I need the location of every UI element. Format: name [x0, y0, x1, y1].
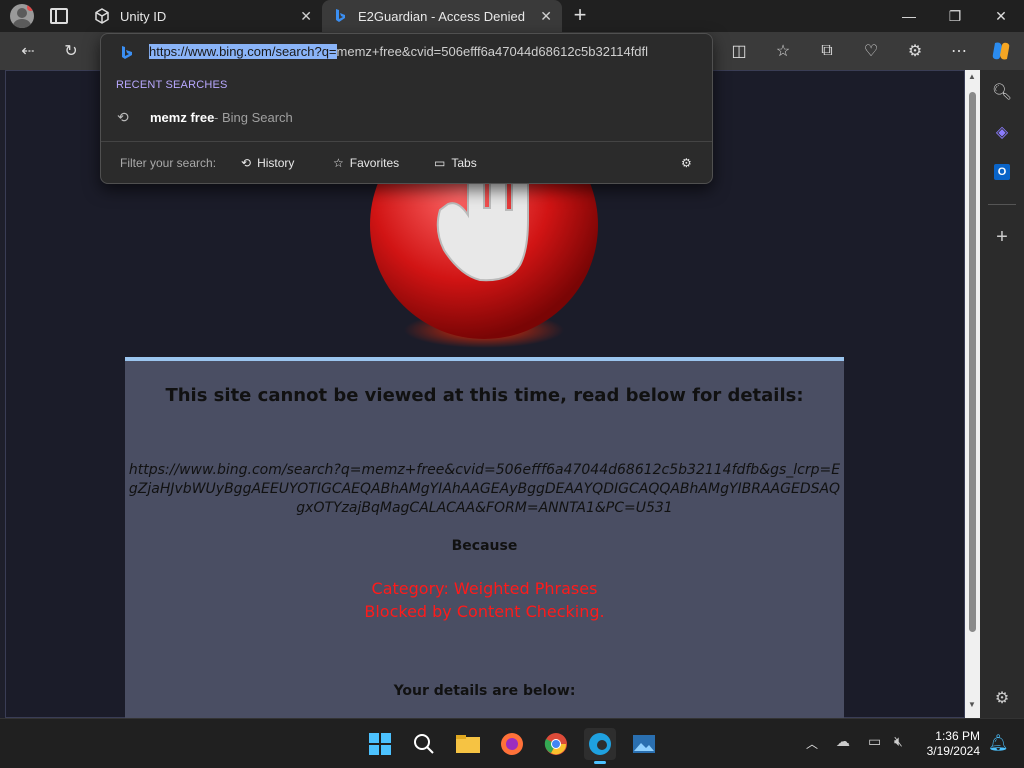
url-selected-text: https://www.bing.com/search?q=: [149, 44, 337, 59]
history-clock-icon: ⟲: [117, 108, 129, 125]
blocked-url: https://www.bing.com/search?q=memz+free&…: [128, 462, 841, 516]
scroll-down-icon[interactable]: ▼: [968, 700, 976, 709]
restore-icon[interactable]: ❐: [932, 0, 978, 32]
firefox-icon[interactable]: [496, 728, 528, 760]
page-scrollbar[interactable]: ▲ ▼: [965, 70, 980, 718]
clock-date: 3/19/2024: [926, 744, 980, 758]
filter-favorites-button[interactable]: ☆ Favorites: [333, 156, 399, 170]
sidebar-settings-icon[interactable]: ⚙: [990, 686, 1014, 710]
show-hidden-icons-chevron-icon[interactable]: ︿: [806, 735, 818, 752]
recent-source: - Bing Search: [214, 109, 293, 125]
bing-icon: [122, 46, 132, 59]
details-label: Your details are below:: [393, 683, 576, 699]
url-rest-text: memz+free&cvid=506efff6a47044d68612c5b32…: [336, 44, 649, 59]
edge-icon[interactable]: [584, 728, 616, 764]
profile-avatar[interactable]: [10, 4, 34, 28]
bing-icon: [336, 9, 345, 22]
extensions-icon[interactable]: ⚙: [902, 38, 928, 64]
recent-search-item[interactable]: ⟲ memz free - Bing Search: [101, 103, 712, 131]
photos-app-icon[interactable]: [628, 728, 660, 760]
filter-label: Filter your search:: [120, 156, 217, 170]
filter-history-button[interactable]: ⟲ History: [241, 156, 294, 170]
recent-query: memz free: [150, 109, 215, 125]
split-screen-icon[interactable]: ◫: [726, 38, 752, 64]
close-tab-icon[interactable]: ✕: [540, 8, 552, 25]
recent-searches-label: RECENT SEARCHES: [116, 79, 228, 91]
tab-e2guardian[interactable]: E2Guardian - Access Denied ✕: [322, 0, 562, 32]
tab-actions-icon[interactable]: [50, 8, 68, 24]
chrome-icon[interactable]: [540, 728, 572, 760]
sidebar-divider: [988, 204, 1016, 205]
filter-tabs-button[interactable]: ▭ Tabs: [434, 156, 477, 170]
health-icon[interactable]: ♡: [858, 38, 884, 64]
new-tab-button[interactable]: +: [568, 4, 592, 28]
clock-time: 1:36 PM: [935, 729, 980, 743]
because-label: Because: [451, 538, 518, 554]
minimize-icon[interactable]: —: [886, 0, 932, 32]
scrollbar-thumb[interactable]: [969, 92, 976, 632]
notification-bell-icon[interactable]: 🔔︎: [988, 733, 1008, 753]
copilot-icon[interactable]: [988, 38, 1014, 64]
close-window-icon[interactable]: ✕: [978, 0, 1024, 32]
tab-bar: Unity ID ✕ E2Guardian - Access Denied ✕ …: [0, 0, 1024, 32]
star-icon: ☆: [333, 156, 344, 170]
edge-sidebar: 🔍︎ ◈ O + ⚙: [980, 70, 1024, 718]
active-indicator: [594, 761, 606, 764]
refresh-icon[interactable]: ↻: [58, 38, 84, 64]
settings-gear-icon[interactable]: ⚙: [681, 156, 692, 170]
unity-icon: [95, 8, 109, 24]
outlook-icon[interactable]: O: [990, 160, 1014, 184]
address-dropdown: https://www.bing.com/search?q=memz+free&…: [100, 33, 713, 184]
history-icon: ⟲: [241, 156, 252, 170]
network-icon[interactable]: ▭: [868, 733, 881, 750]
start-windows-icon[interactable]: [364, 728, 396, 760]
address-bar-input[interactable]: https://www.bing.com/search?q=memz+free&…: [149, 44, 697, 59]
system-clock[interactable]: 1:36 PM 3/19/2024: [920, 729, 980, 759]
scroll-up-icon[interactable]: ▲: [968, 72, 976, 81]
reason-category: Category: Weighted Phrases: [371, 579, 598, 598]
volume-muted-icon[interactable]: 🔇︎: [894, 733, 903, 750]
page-heading: This site cannot be viewed at this time,…: [165, 385, 804, 406]
reason-detail: Blocked by Content Checking.: [364, 602, 605, 621]
tab-label: E2Guardian - Access Denied: [358, 8, 525, 24]
onedrive-icon[interactable]: ☁: [836, 733, 850, 750]
add-sidebar-icon[interactable]: +: [990, 225, 1014, 249]
more-menu-icon[interactable]: ⋯: [946, 38, 972, 64]
tab-label: Unity ID: [120, 8, 167, 24]
tabs-icon: ▭: [434, 156, 446, 170]
search-icon[interactable]: 🔍︎: [990, 80, 1014, 104]
favorites-star-icon[interactable]: ☆: [770, 38, 796, 64]
collections-icon[interactable]: ⧉: [814, 38, 840, 64]
notification-dot: [27, 4, 34, 11]
file-explorer-icon[interactable]: [452, 728, 484, 760]
tab-unity-id[interactable]: Unity ID ✕: [84, 0, 322, 32]
taskbar-search-icon[interactable]: [408, 728, 440, 760]
copilot-sidebar-icon[interactable]: ◈: [990, 120, 1014, 144]
filter-bar: Filter your search: ⟲ History ☆ Favorites …: [101, 141, 712, 184]
back-icon[interactable]: ⇠: [15, 38, 41, 64]
message-panel: This site cannot be viewed at this time,…: [125, 357, 844, 718]
taskbar: ︿ ☁ ▭ 🔇︎ 1:36 PM 3/19/2024 🔔︎: [0, 718, 1024, 768]
close-tab-icon[interactable]: ✕: [300, 8, 312, 25]
